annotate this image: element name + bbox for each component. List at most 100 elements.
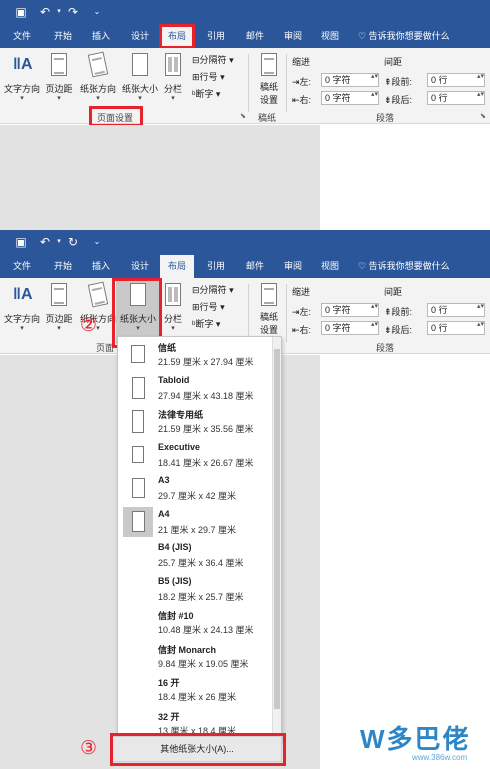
tab-layout[interactable]: 布局 [159, 24, 195, 49]
draft-paper-label-1: 稿纸 [259, 82, 278, 92]
tab-mailings[interactable]: 邮件 [240, 25, 270, 48]
tab-file[interactable]: 文件 [4, 255, 40, 278]
page-setup-launcher-icon[interactable]: ⬊ [240, 112, 246, 120]
tell-me-box[interactable]: ♡ 告诉我你想要做什么 [358, 255, 450, 278]
indent-right-input[interactable]: 0 字符 [321, 91, 379, 105]
paragraph-launcher-icon[interactable]: ⬊ [480, 112, 486, 120]
hyphenation-button[interactable]: ᵇ断字 ▾ [192, 87, 220, 100]
tab-references[interactable]: 引用 [201, 25, 231, 48]
scrollbar-thumb[interactable] [274, 349, 280, 709]
customize-toolbar-icon[interactable]: ⌄ [90, 235, 104, 249]
paper-size-item[interactable]: A3 29.7 厘米 x 42 厘米 [118, 473, 273, 506]
indent-left-input[interactable]: 0 字符 [321, 73, 379, 87]
watermark-url: www.386w.com [412, 753, 468, 762]
space-before-input[interactable]: 0 行 [427, 303, 485, 317]
paper-size-name: B4 (JIS) [158, 542, 192, 552]
chevron-down-icon: ▾ [57, 325, 61, 332]
paper-size-item[interactable]: 信纸 21.59 厘米 x 27.94 厘米 [118, 339, 273, 372]
draft-paper-label-2: 设置 [259, 325, 278, 335]
screenshot-root: ▣ ↶ ▾ ↷ ⌄ 文件 开始 插入 设计 布局 引用 邮件 审阅 视图 ♡ 告… [0, 0, 490, 769]
space-before-input[interactable]: 0 行 [427, 73, 485, 87]
text-direction-icon: ‖A [13, 286, 33, 303]
paper-size-item[interactable]: Tabloid 27.94 厘米 x 43.18 厘米 [118, 373, 273, 406]
text-direction-button[interactable]: ‖A 文字方向 ▾ [2, 282, 42, 333]
tab-home[interactable]: 开始 [48, 25, 78, 48]
draft-paper-button[interactable]: 稿纸 设置 [254, 282, 284, 336]
line-numbers-button[interactable]: ⊞行号 ▾ [192, 300, 225, 313]
line-numbers-button[interactable]: ⊞行号 ▾ [192, 70, 225, 83]
tab-layout[interactable]: 布局 [160, 255, 194, 278]
columns-button[interactable]: 分栏 ▾ [161, 52, 185, 103]
tab-home[interactable]: 开始 [48, 255, 78, 278]
columns-label: 分栏 [163, 84, 182, 94]
indent-header: 缩进 [292, 287, 311, 297]
text-direction-button[interactable]: ‖A 文字方向 ▾ [2, 52, 42, 103]
tab-review[interactable]: 审阅 [278, 255, 308, 278]
tab-insert[interactable]: 插入 [86, 255, 116, 278]
breaks-button[interactable]: ⊟分隔符 ▾ [192, 53, 234, 66]
undo-icon[interactable]: ↶ [38, 235, 52, 249]
paper-size-item[interactable]: 法律专用纸 21.59 厘米 x 35.56 厘米 [118, 406, 273, 439]
paper-size-item[interactable]: 16 开 18.4 厘米 x 26 厘米 [118, 674, 273, 707]
redo-icon[interactable]: ↷ [66, 5, 80, 19]
line-numbers-icon: ⊞ [192, 72, 200, 82]
indent-right-input[interactable]: 0 字符 [321, 321, 379, 335]
space-after-input[interactable]: 0 行 [427, 321, 485, 335]
breaks-button[interactable]: ⊟分隔符 ▾ [192, 283, 234, 296]
tell-me-box[interactable]: ♡ 告诉我你想要做什么 [358, 25, 450, 48]
scrollbar[interactable] [272, 337, 281, 741]
indent-left-label: ⇥左: [292, 77, 312, 87]
paper-size-icon [123, 373, 153, 403]
save-icon[interactable]: ▣ [14, 235, 28, 249]
save-icon[interactable]: ▣ [14, 5, 28, 19]
draft-paper-label-2: 设置 [259, 95, 278, 105]
title-bar: ▣ ↶ ▾ ↻ ⌄ [0, 230, 490, 255]
undo-dropdown-icon[interactable]: ▾ [52, 235, 66, 249]
tab-references[interactable]: 引用 [201, 255, 231, 278]
paper-size-item[interactable]: Executive 18.41 厘米 x 26.67 厘米 [118, 440, 273, 473]
customize-toolbar-icon[interactable]: ⌄ [90, 5, 104, 19]
tab-review[interactable]: 审阅 [278, 25, 308, 48]
paper-size-icon [129, 52, 151, 78]
paper-size-icon [123, 574, 153, 604]
columns-button[interactable]: 分栏 ▾ [161, 282, 185, 333]
paper-size-item[interactable]: B5 (JIS) 18.2 厘米 x 25.7 厘米 [118, 574, 273, 607]
columns-label: 分栏 [163, 314, 182, 324]
margins-button[interactable]: 页边距 ▾ [42, 282, 76, 333]
paper-size-item[interactable]: B4 (JIS) 25.7 厘米 x 36.4 厘米 [118, 540, 273, 573]
chevron-down-icon: ▾ [171, 95, 175, 102]
size-button[interactable]: 纸张大小 ▾ [120, 52, 160, 103]
orientation-button[interactable]: 纸张方向 ▾ [78, 51, 118, 103]
space-after-icon: ⇟ [384, 325, 392, 335]
paper-size-item[interactable]: A4 21 厘米 x 29.7 厘米 [118, 506, 273, 540]
indent-right-icon: ⇤ [292, 325, 300, 335]
watermark-logo: W多巴佬 www.386w.com [340, 715, 485, 765]
paper-size-dimensions: 21.59 厘米 x 35.56 厘米 [158, 424, 254, 434]
tab-view[interactable]: 视图 [315, 255, 345, 278]
chevron-down-icon: ▾ [138, 95, 142, 102]
tab-view[interactable]: 视图 [315, 25, 345, 48]
redo-icon[interactable]: ↻ [66, 235, 80, 249]
paper-size-dimensions: 10.48 厘米 x 24.13 厘米 [158, 625, 254, 635]
tab-design[interactable]: 设计 [124, 25, 156, 48]
tab-design[interactable]: 设计 [124, 255, 156, 278]
paper-size-name: 16 开 [158, 678, 180, 688]
undo-dropdown-icon[interactable]: ▾ [52, 5, 66, 19]
paper-size-name: 信纸 [158, 343, 177, 353]
undo-icon[interactable]: ↶ [38, 5, 52, 19]
document-page [320, 125, 490, 230]
paper-size-item[interactable]: 信封 Monarch 9.84 厘米 x 19.05 厘米 [118, 641, 273, 674]
chevron-down-icon: ▾ [57, 95, 61, 102]
paper-size-item[interactable]: 信封 #10 10.48 厘米 x 24.13 厘米 [118, 607, 273, 640]
tab-file[interactable]: 文件 [4, 25, 40, 48]
tab-insert[interactable]: 插入 [86, 25, 116, 48]
breaks-label: 分隔符 [199, 55, 227, 65]
margins-button[interactable]: 页边距 ▾ [42, 52, 76, 103]
hyphenation-button[interactable]: ᵇ断字 ▾ [192, 317, 220, 330]
draft-paper-button[interactable]: 稿纸 设置 [254, 52, 284, 106]
space-after-input[interactable]: 0 行 [427, 91, 485, 105]
indent-left-input[interactable]: 0 字符 [321, 303, 379, 317]
paper-size-dimensions: 21 厘米 x 29.7 厘米 [158, 524, 237, 535]
tab-mailings[interactable]: 邮件 [240, 255, 270, 278]
paper-size-name: 信封 Monarch [158, 644, 217, 655]
